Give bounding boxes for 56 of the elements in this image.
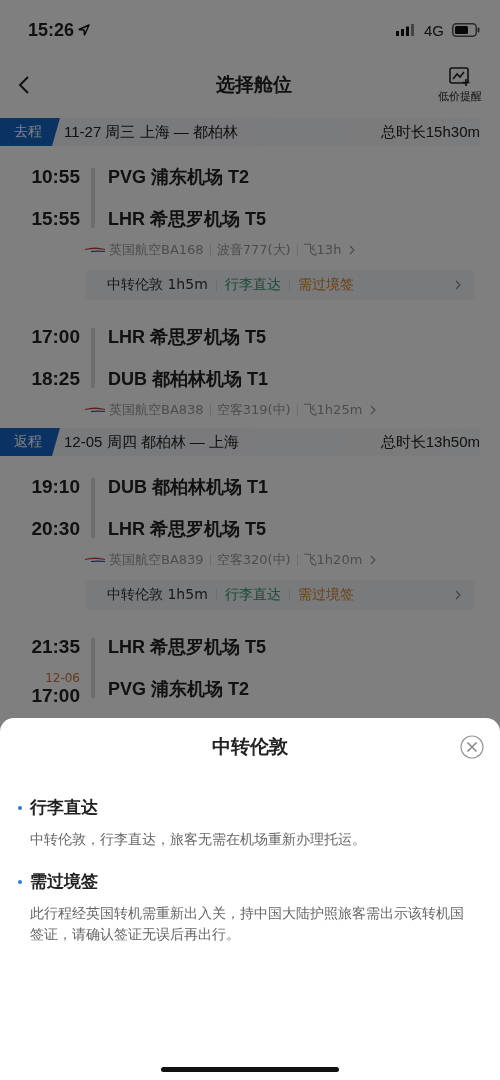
departure-time: 10:55 — [31, 166, 80, 188]
sheet-title: 中转伦敦 — [212, 734, 288, 759]
chevron-icon — [349, 245, 356, 255]
arrival-airport: LHR 希思罗机场 T5 — [108, 208, 267, 231]
section-text: 中转伦敦，行李直达，旅客无需在机场重新办理托运。 — [30, 830, 367, 849]
arrival-airport: LHR 希思罗机场 T5 — [108, 518, 267, 541]
status-time: 15:26 — [28, 19, 75, 41]
arrival-airport: DUB 都柏林机场 T1 — [108, 368, 269, 391]
departure-airport: LHR 希思罗机场 T5 — [108, 326, 267, 349]
chevron-icon — [370, 405, 377, 415]
arrival-date: 12-06 — [45, 671, 80, 685]
price-alert-button[interactable]: 低价提醒 — [438, 66, 482, 104]
airline-logo-icon — [85, 556, 105, 564]
transfer-info: 中转伦敦 1h5m — [107, 586, 208, 604]
trip-route: 11-27 周三 上海 — 都柏林 — [64, 122, 239, 142]
bullet-icon — [18, 879, 22, 884]
bullet-icon — [18, 805, 22, 810]
trip-duration: 总时长15h30m — [380, 122, 480, 142]
transfer-tag: 行李直达 — [224, 586, 281, 604]
departure-time: 17:00 — [31, 326, 80, 348]
chevron-icon — [370, 555, 377, 565]
transfer-row[interactable]: 中转伦敦 1h5m 行李直达 需过境签 — [85, 270, 475, 300]
trip-tag: 去程 — [0, 118, 60, 146]
trip-route: 12-05 周四 都柏林 — 上海 — [64, 432, 241, 452]
transfer-tag: 需过境签 — [297, 586, 354, 604]
departure-airport: DUB 都柏林机场 T1 — [108, 476, 269, 499]
location-icon — [78, 24, 91, 36]
arrival-time: 20:30 — [31, 518, 80, 540]
airline-logo-icon — [85, 406, 105, 414]
departure-airport: LHR 希思罗机场 T5 — [108, 636, 267, 659]
transfer-info: 中转伦敦 1h5m — [107, 276, 208, 294]
page-title: 选择舱位 — [216, 72, 292, 97]
network-label: 4G — [424, 21, 444, 39]
chart-plus-icon — [449, 66, 471, 87]
battery-icon — [452, 23, 480, 37]
close-icon[interactable] — [460, 735, 484, 759]
arrival-time: 18:25 — [31, 368, 80, 390]
trip-tag: 返程 — [0, 428, 60, 456]
departure-time: 19:10 — [31, 476, 80, 498]
signal-icon — [396, 24, 416, 36]
chevron-icon — [455, 280, 461, 290]
arrival-time: 17:00 — [31, 684, 80, 707]
departure-time: 21:35 — [31, 636, 80, 658]
airline-logo-icon — [85, 246, 105, 254]
departure-airport: PVG 浦东机场 T2 — [108, 166, 251, 189]
arrival-time: 15:55 — [31, 208, 80, 230]
transfer-tag: 行李直达 — [224, 276, 281, 294]
arrival-airport: PVG 浦东机场 T2 — [108, 678, 251, 701]
chevron-icon — [455, 590, 461, 600]
transfer-row[interactable]: 中转伦敦 1h5m 行李直达 需过境签 — [85, 580, 475, 610]
section-heading: 行李直达 — [30, 796, 98, 819]
section-heading: 需过境签 — [30, 870, 98, 893]
transfer-tag: 需过境签 — [297, 276, 354, 294]
trip-duration: 总时长13h50m — [380, 432, 480, 452]
back-icon[interactable] — [18, 75, 30, 95]
section-text: 此行程经英国转机需重新出入关，持中国大陆护照旅客需出示该转机国签证，请确认签证无误后再出行。 — [30, 904, 465, 944]
